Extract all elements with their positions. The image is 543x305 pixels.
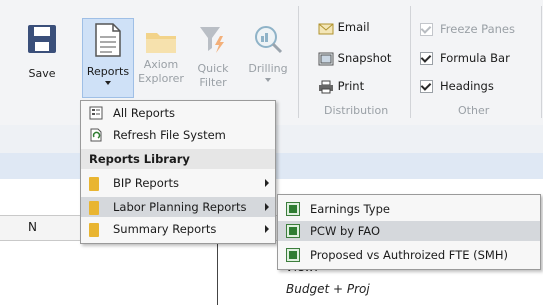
freeze-panes-checkbox[interactable]: Freeze Panes [420,22,538,38]
folder-icon [89,177,99,191]
earnings-type-label: Earnings Type [310,202,390,216]
reports-label: Reports [86,65,130,78]
budget-text: Budget + Proj [286,282,370,296]
formula-bar-checkbox[interactable]: Formula Bar [420,51,538,67]
save-label: Save [28,67,56,80]
axiom-label-1: Axiom [143,58,179,71]
submenu-item-earnings-type[interactable]: Earnings Type [278,199,540,219]
cell-border-line [217,240,218,305]
checkbox-icon [420,23,433,36]
library-header-label: Reports Library [89,152,190,166]
menu-item-bip-reports[interactable]: BIP Reports [81,173,275,193]
checkbox-icon [420,80,433,93]
labor-planning-label: Labor Planning Reports [113,200,247,214]
quick-label-1: Quick [197,62,229,75]
document-icon [95,23,121,57]
checkbox-icon [420,52,433,65]
bip-reports-label: BIP Reports [113,176,179,190]
printer-icon [319,80,333,93]
snapshot-icon [318,52,334,65]
headings-label: Headings [440,79,494,93]
submenu-arrow-icon [265,225,269,233]
axiom-label-2: Explorer [138,72,184,85]
save-button[interactable]: Save [18,24,66,88]
menu-item-summary-reports[interactable]: Summary Reports [81,219,275,239]
email-label: Email [337,20,370,34]
ribbon-separator [410,6,411,118]
print-label: Print [337,79,365,93]
filter-icon [200,27,224,53]
drilling-label: Drilling [248,62,288,75]
submenu-item-pcw-by-fao[interactable]: PCW by FAO [278,221,540,241]
axiom-explorer-button[interactable]: Axiom Explorer [138,24,184,94]
email-button[interactable]: Email [318,20,398,36]
quick-label-2: Filter [199,76,227,89]
report-list-icon [89,106,103,120]
drilling-button[interactable]: Drilling [244,24,292,94]
submenu-item-proposed-vs-authorized-fte[interactable]: Proposed vs Authroized FTE (SMH) [278,245,540,265]
submenu-arrow-icon [265,179,269,187]
email-icon [318,23,334,34]
reports-dropdown-menu: All Reports Refresh File System Reports … [80,100,276,244]
ribbon-separator [298,6,299,118]
snapshot-label: Snapshot [337,51,392,65]
submenu-arrow-icon [265,203,269,211]
distribution-group-label: Distribution [324,104,389,117]
refresh-file-icon [90,128,102,142]
chevron-down-icon [105,81,111,85]
reports-library-header: Reports Library [81,149,275,169]
chevron-down-icon [265,78,271,82]
pcw-by-fao-label: PCW by FAO [310,224,381,238]
menu-item-labor-planning-reports[interactable]: Labor Planning Reports [81,197,275,217]
menu-item-refresh-file-system[interactable]: Refresh File System [81,125,275,145]
quick-filter-button[interactable]: Quick Filter [194,24,232,94]
other-group-label: Other [458,104,490,117]
magnifier-chart-icon [255,26,283,54]
formula-label: Formula Bar [440,51,510,65]
proposed-fte-label: Proposed vs Authroized FTE (SMH) [310,248,508,262]
snapshot-button[interactable]: Snapshot [318,51,408,67]
folder-icon [89,223,99,237]
save-icon [28,25,56,53]
headings-checkbox[interactable]: Headings [420,79,538,95]
print-button[interactable]: Print [318,79,398,95]
labor-planning-submenu: Earnings Type PCW by FAO Proposed vs Aut… [277,194,541,270]
column-header-n[interactable]: N [28,220,37,234]
reports-button[interactable]: Reports [82,18,134,98]
refresh-label: Refresh File System [113,128,226,142]
ribbon-separator [541,6,542,118]
folder-icon [89,201,99,215]
excel-report-icon [286,202,300,216]
freeze-label: Freeze Panes [440,22,515,36]
excel-report-icon [286,248,300,262]
all-reports-label: All Reports [113,106,176,120]
excel-report-icon [286,224,300,238]
summary-reports-label: Summary Reports [113,222,217,236]
folder-icon [146,33,176,53]
menu-item-all-reports[interactable]: All Reports [81,103,275,123]
